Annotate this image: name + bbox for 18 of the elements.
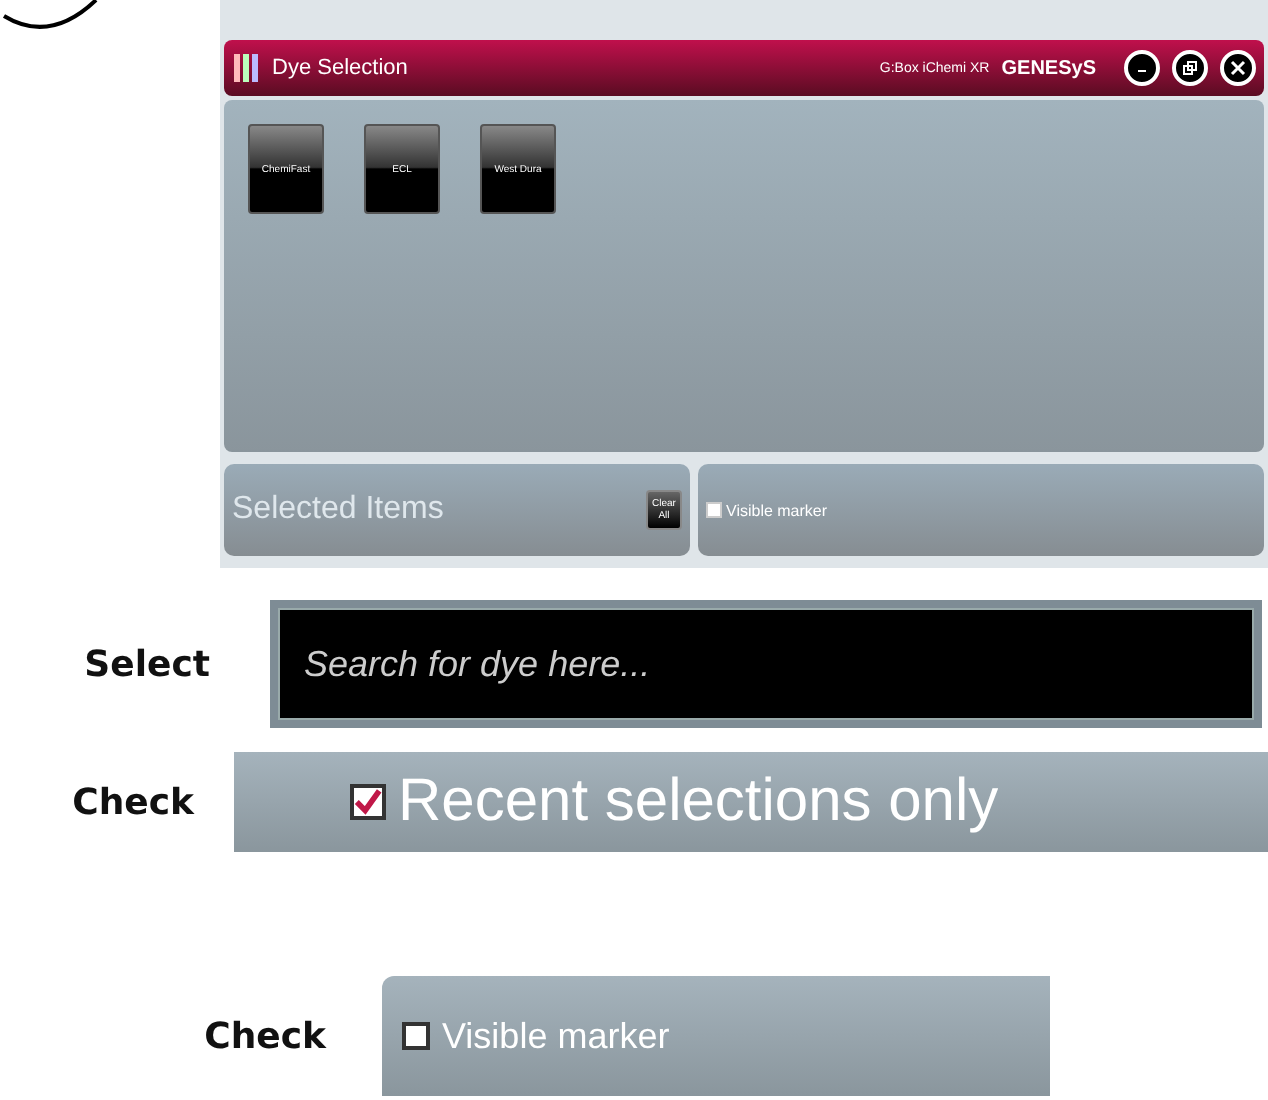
minimize-button[interactable] (1124, 50, 1160, 86)
test-tubes-icon (232, 52, 260, 84)
close-icon (1230, 60, 1246, 76)
brand-logo: GENESyS (1001, 57, 1096, 79)
checkbox[interactable] (350, 784, 386, 820)
checkbox-label: Visible marker (726, 501, 828, 519)
checkbox-label: Recent selections only (398, 768, 999, 836)
search-field[interactable]: Search for dye here... (278, 608, 1254, 720)
step-label: Check (70, 781, 194, 823)
restore-icon (1182, 60, 1198, 76)
checkbox[interactable] (402, 1022, 430, 1050)
close-button[interactable] (1220, 50, 1256, 86)
window-title: Dye Selection (272, 56, 410, 80)
step-label: Select (82, 643, 210, 685)
checkbox-label: Visible marker (442, 1015, 670, 1057)
step-label: Check (202, 1015, 326, 1057)
checkmark-icon (354, 788, 382, 816)
restore-button[interactable] (1172, 50, 1208, 86)
